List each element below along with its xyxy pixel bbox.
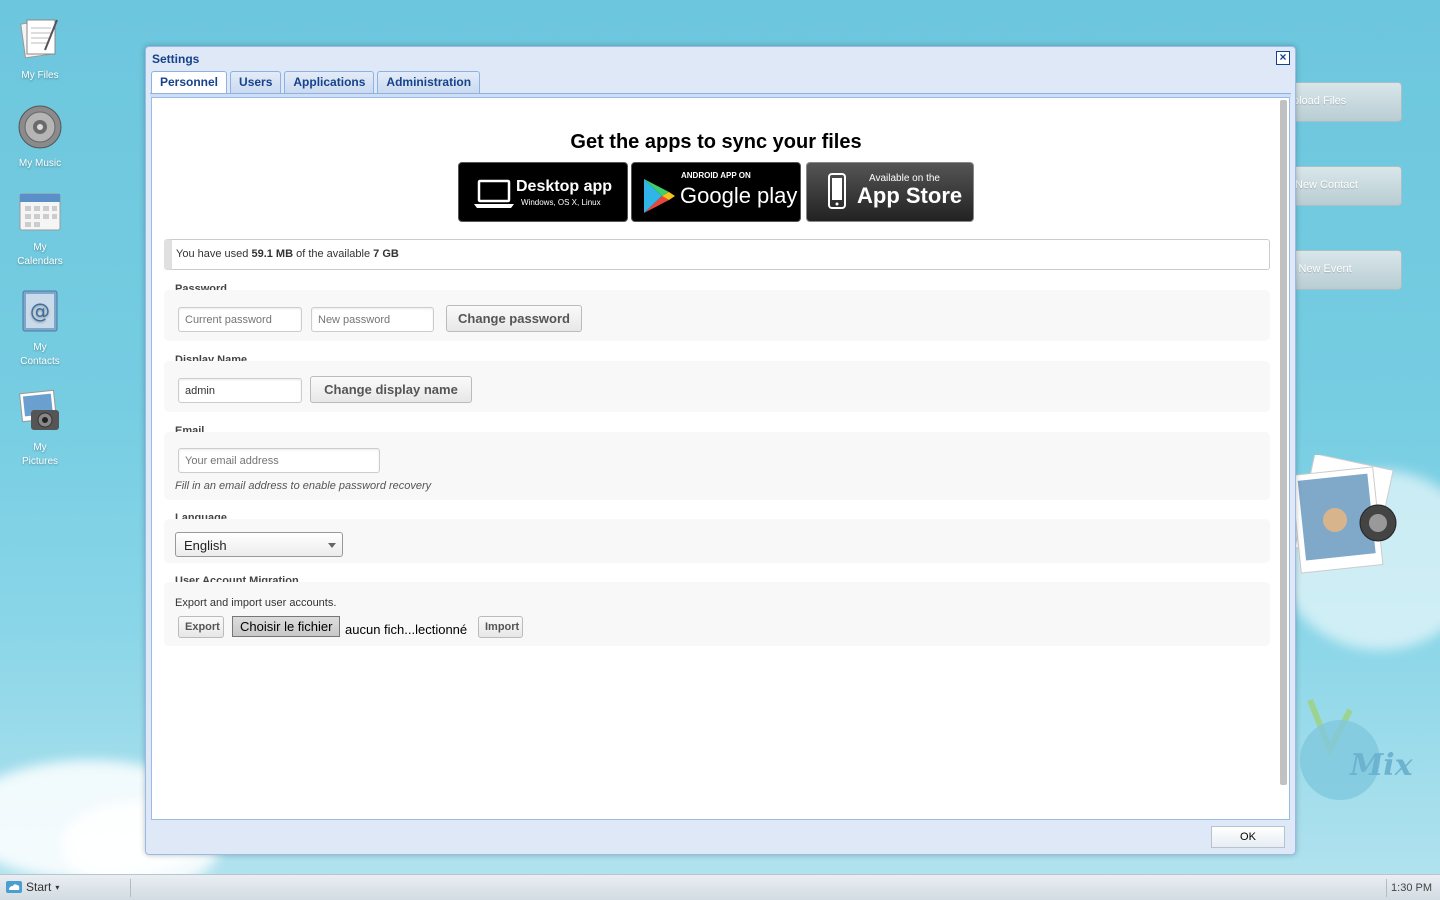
- change-password-button[interactable]: Change password: [446, 305, 582, 332]
- desktop-icon-my-pictures[interactable]: My Pictures: [0, 388, 80, 469]
- settings-dialog: Settings × Personnel Users Applications …: [145, 46, 1296, 855]
- choose-file-button[interactable]: Choisir le fichier: [232, 616, 341, 637]
- language-select[interactable]: English: [175, 532, 343, 557]
- logo-text: Mix: [1349, 748, 1414, 783]
- password-section: Change password: [164, 290, 1270, 341]
- current-password-input[interactable]: [178, 307, 302, 332]
- pictures-icon: [19, 389, 59, 430]
- chevron-down-icon: [328, 543, 336, 548]
- dialog-footer: OK: [146, 820, 1295, 854]
- desktop-icon-label: Contacts: [20, 356, 60, 367]
- side-button-label: l New Event: [1293, 263, 1352, 275]
- new-password-input[interactable]: [311, 307, 434, 332]
- app-store-title: App Store: [857, 183, 963, 208]
- start-label: Start: [26, 880, 52, 894]
- start-button[interactable]: Start ▾: [6, 880, 59, 894]
- desktop-icon-label: My: [33, 342, 47, 353]
- logo-decoration: Mix: [1300, 698, 1414, 800]
- migration-description: Export and import user accounts.: [175, 597, 337, 609]
- change-display-name-button[interactable]: Change display name: [310, 376, 472, 403]
- ok-button[interactable]: OK: [1211, 826, 1285, 848]
- speaker-icon: [18, 105, 62, 149]
- side-button-label: pload Files: [1293, 95, 1347, 107]
- file-status-text: aucun fich...lectionné: [345, 622, 468, 637]
- email-hint: Fill in an email address to enable passw…: [175, 480, 432, 492]
- quota-prefix: You have used: [176, 248, 249, 260]
- apps-title: Get the apps to sync your files: [570, 131, 862, 153]
- close-icon[interactable]: ×: [1276, 51, 1290, 65]
- phone-icon: [828, 173, 846, 209]
- taskbar-separator: [130, 879, 131, 897]
- laptop-icon: [474, 179, 514, 208]
- migration-section: Export and import user accounts. Export …: [164, 582, 1270, 646]
- google-play-title: Google play: [680, 183, 798, 208]
- google-play-icon: [644, 179, 675, 213]
- language-selected: English: [184, 538, 227, 553]
- desktop-app-title: Desktop app: [516, 178, 613, 195]
- desktop-icon-my-calendars[interactable]: My Calendars: [0, 188, 80, 269]
- desktop-icon-label: My: [33, 242, 47, 253]
- import-button[interactable]: Import: [478, 616, 523, 638]
- desktop-app-subtitle: Windows, OS X, Linux: [521, 198, 601, 207]
- quota-total: 7 GB: [373, 248, 399, 260]
- desktop-app-badge[interactable]: Desktop app Windows, OS X, Linux: [458, 162, 628, 222]
- tab-administration[interactable]: Administration: [377, 71, 481, 93]
- personnel-panel: Get the apps to sync your files Desktop …: [151, 97, 1290, 820]
- email-input[interactable]: [178, 448, 380, 473]
- files-icon: [20, 19, 58, 59]
- google-play-caption: ANDROID APP ON: [681, 171, 751, 180]
- tab-personnel[interactable]: Personnel: [151, 71, 228, 93]
- display-name-section: Change display name: [164, 361, 1270, 412]
- tab-users[interactable]: Users: [230, 71, 282, 93]
- quota-middle: of the available: [296, 248, 371, 260]
- display-name-input[interactable]: [178, 378, 302, 403]
- language-section: English: [164, 519, 1270, 563]
- desktop-icon-label: Calendars: [17, 256, 63, 267]
- cloud-icon: [6, 881, 22, 893]
- calendar-icon: [19, 193, 61, 231]
- email-section: Fill in an email address to enable passw…: [164, 432, 1270, 500]
- desktop-icon-label: My: [33, 442, 47, 453]
- contacts-icon: @: [22, 290, 58, 332]
- taskbar-clock: 1:30 PM: [1391, 882, 1432, 894]
- taskbar: Start ▾ 1:30 PM: [0, 874, 1440, 900]
- desktop-icon-label: My Music: [18, 158, 62, 169]
- svg-text:@: @: [30, 299, 50, 323]
- caret-down-icon: ▾: [55, 882, 60, 892]
- dialog-title: Settings: [152, 52, 200, 66]
- taskbar-separator: [1386, 879, 1387, 897]
- desktop-icon-label: Pictures: [21, 456, 59, 467]
- tab-applications[interactable]: Applications: [284, 71, 375, 93]
- desktop-icon-my-files[interactable]: My Files: [0, 16, 80, 83]
- side-button-label: New Contact: [1295, 179, 1358, 191]
- quota-used: 59.1 MB: [251, 248, 294, 260]
- desktop-icon-label: My Files: [21, 70, 59, 81]
- desktop-icon-my-contacts[interactable]: @ My Contacts: [0, 288, 80, 369]
- export-button[interactable]: Export: [178, 616, 224, 638]
- settings-tabs: Personnel Users Applications Administrat…: [151, 71, 481, 93]
- photo-stack-decoration: [1290, 455, 1397, 574]
- google-play-badge[interactable]: ANDROID APP ON Google play: [631, 162, 801, 222]
- storage-quota: You have used 59.1 MB of the available 7…: [164, 239, 1270, 270]
- panel-scrollbar[interactable]: [1280, 100, 1287, 785]
- desktop-icon-my-music[interactable]: My Music: [0, 104, 80, 171]
- app-store-badge[interactable]: Available on the App Store: [806, 162, 974, 222]
